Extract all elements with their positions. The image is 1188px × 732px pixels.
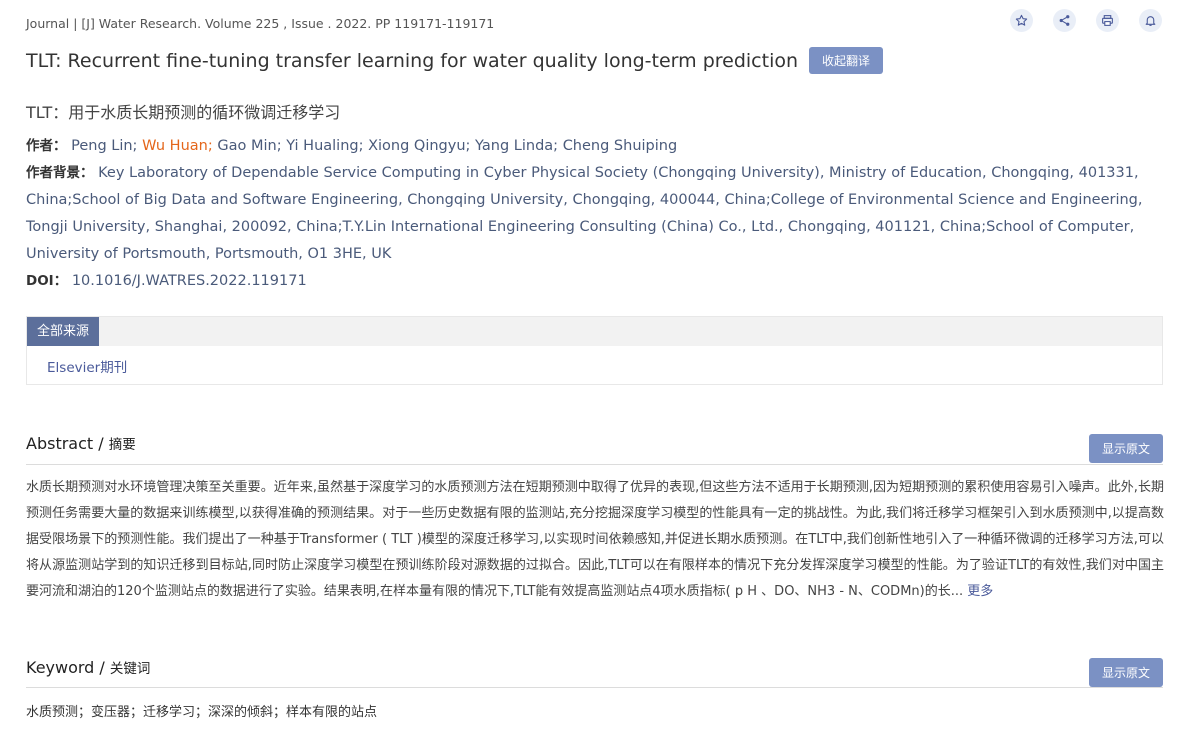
star-icon <box>1015 14 1028 26</box>
share-button[interactable] <box>1053 9 1076 32</box>
affiliation-row: 作者背景： Key Laboratory of Dependable Servi… <box>26 160 1151 268</box>
title-row: TLT: Recurrent fine-tuning transfer lear… <box>26 47 884 74</box>
abstract-header: Abstract / 摘要 显示原文 <box>26 433 1163 465</box>
affiliation-text: Key Laboratory of Dependable Service Com… <box>26 165 1143 262</box>
keyword-title-en: Keyword <box>26 658 95 677</box>
title-separator: / <box>93 434 109 453</box>
tab-all-sources[interactable]: 全部来源 <box>27 317 100 346</box>
keyword-title: Keyword / 关键词 <box>26 657 150 677</box>
affiliation-label: 作者背景： <box>26 165 94 181</box>
sources-header: 全部来源 <box>27 317 1162 346</box>
favorite-button[interactable] <box>1010 9 1033 32</box>
authors-row: 作者： Peng Lin; Wu Huan; Gao Min; Yi Huali… <box>26 133 1151 160</box>
doi-link[interactable]: 10.1016/J.WATRES.2022.119171 <box>72 273 307 289</box>
abstract-text: 水质长期预测对水环境管理决策至关重要。近年来,虽然基于深度学习的水质预测方法在短… <box>26 480 1164 599</box>
abstract-title: Abstract / 摘要 <box>26 433 136 453</box>
print-icon <box>1102 15 1113 26</box>
share-icon <box>1059 15 1070 26</box>
source-link[interactable]: Elsevier期刊 <box>27 346 1162 386</box>
author-link[interactable]: Peng Lin; <box>71 138 137 154</box>
abstract-title-en: Abstract <box>26 434 94 453</box>
author-link[interactable]: Xiong Qingyu; <box>368 138 470 154</box>
article-title-en: TLT: Recurrent fine-tuning transfer lear… <box>26 49 799 72</box>
show-original-abstract-button[interactable]: 显示原文 <box>1088 434 1163 463</box>
keyword-header: Keyword / 关键词 显示原文 <box>26 657 1163 688</box>
author-link[interactable]: Yang Linda; <box>475 138 558 154</box>
doi-row: DOI： 10.1016/J.WATRES.2022.119171 <box>26 268 1151 295</box>
author-link[interactable]: Cheng Shuiping <box>563 138 677 154</box>
show-original-keyword-button[interactable]: 显示原文 <box>1088 658 1163 687</box>
print-button[interactable] <box>1096 9 1119 32</box>
abstract-text-block: 水质长期预测对水环境管理决策至关重要。近年来,虽然基于深度学习的水质预测方法在短… <box>26 475 1164 605</box>
title-separator: / <box>94 658 110 677</box>
journal-info: Journal | [J] Water Research. Volume 225… <box>26 16 495 31</box>
action-toolbar <box>1010 9 1162 32</box>
doi-label: DOI： <box>26 273 68 289</box>
collapse-translation-button[interactable]: 收起翻译 <box>809 47 884 74</box>
author-link[interactable]: Wu Huan; <box>142 138 213 154</box>
sources-panel: 全部来源 Elsevier期刊 <box>26 316 1163 385</box>
notification-button[interactable] <box>1139 9 1162 32</box>
authors-label: 作者： <box>26 138 67 154</box>
keywords-list: 水质预测；变压器；迁移学习；深深的倾斜；样本有限的站点 <box>26 705 378 720</box>
more-link[interactable]: 更多 <box>967 584 993 599</box>
abstract-title-cn: 摘要 <box>108 437 136 453</box>
author-link[interactable]: Gao Min; <box>217 138 281 154</box>
article-title-cn: TLT：用于水质长期预测的循环微调迁移学习 <box>26 103 341 122</box>
bell-icon <box>1145 16 1156 26</box>
keyword-title-cn: 关键词 <box>109 661 151 677</box>
author-link[interactable]: Yi Hualing; <box>286 138 363 154</box>
